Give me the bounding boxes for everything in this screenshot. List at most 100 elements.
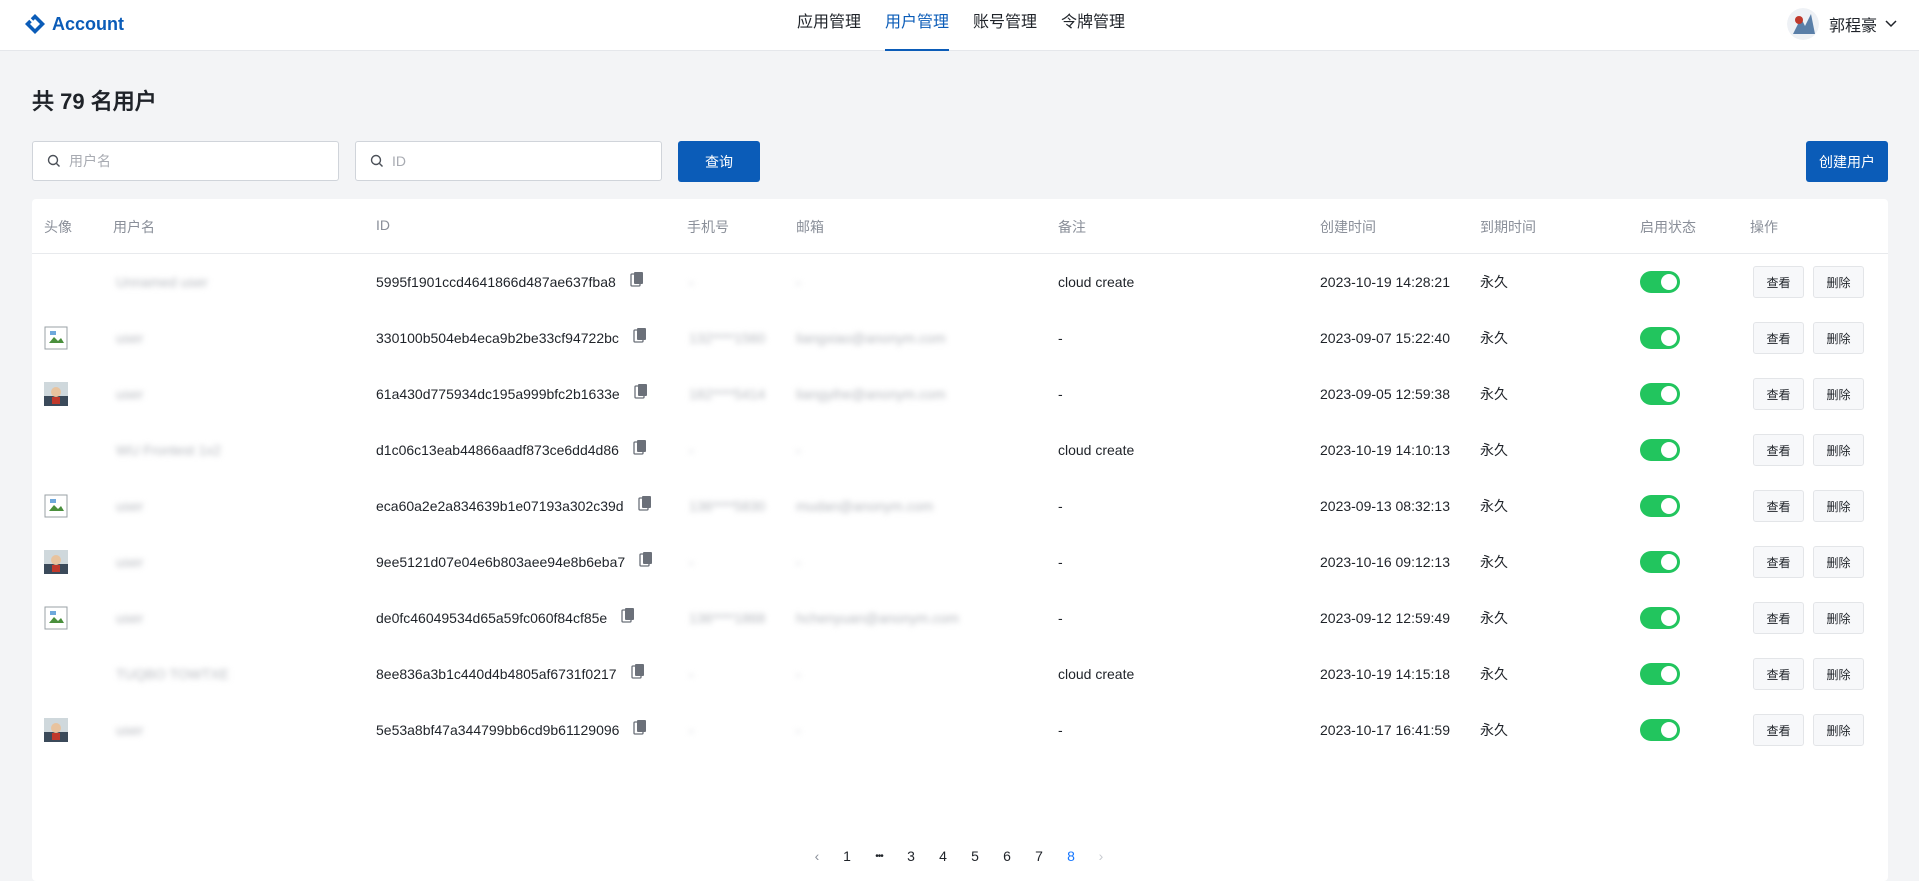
delete-button[interactable]: 删除: [1813, 434, 1864, 466]
expire-time-cell: 永久: [1480, 554, 1508, 570]
page-1[interactable]: 1: [831, 848, 863, 864]
enabled-toggle[interactable]: [1640, 719, 1680, 741]
page-6[interactable]: 6: [991, 848, 1023, 864]
next-page-button[interactable]: ›: [1087, 848, 1115, 864]
enabled-toggle[interactable]: [1640, 327, 1680, 349]
user-id: 5e53a8bf47a344799bb6cd9b61129096: [376, 722, 620, 738]
enabled-toggle[interactable]: [1640, 495, 1680, 517]
brand[interactable]: Account: [24, 12, 124, 36]
nav-token-management[interactable]: 令牌管理: [1061, 0, 1125, 51]
user-id: 61a430d775934dc195a999bfc2b1633e: [376, 386, 620, 402]
delete-button[interactable]: 删除: [1813, 714, 1864, 746]
page-3[interactable]: 3: [895, 848, 927, 864]
view-button[interactable]: 查看: [1753, 266, 1804, 298]
actions-cell: 查看 删除: [1753, 422, 1873, 478]
enabled-toggle[interactable]: [1640, 551, 1680, 573]
expire-time-cell: 永久: [1480, 330, 1508, 346]
users-table: 头像 用户名 ID 手机号 邮箱 备注 创建时间 到期时间 启用状态 操作 Un…: [32, 199, 1888, 881]
enabled-toggle[interactable]: [1640, 439, 1680, 461]
username-search-field[interactable]: [32, 141, 339, 181]
delete-button[interactable]: 删除: [1813, 378, 1864, 410]
email-cell: -: [796, 722, 801, 738]
note-cell: -: [1058, 330, 1063, 346]
delete-button[interactable]: 删除: [1813, 266, 1864, 298]
expire-time-cell: 永久: [1480, 610, 1508, 626]
note-cell: cloud create: [1058, 274, 1135, 290]
query-button[interactable]: 查询: [678, 141, 760, 182]
user-avatar: [1786, 8, 1819, 40]
view-button[interactable]: 查看: [1753, 546, 1804, 578]
created-time-cell: 2023-10-17 16:41:59: [1320, 722, 1450, 738]
column-header-status: 启用状态: [1640, 219, 1696, 235]
actions-cell: 查看 删除: [1753, 646, 1873, 702]
view-button[interactable]: 查看: [1753, 322, 1804, 354]
copy-icon[interactable]: [630, 663, 645, 679]
username-search-input[interactable]: [69, 153, 329, 169]
page-ellipsis[interactable]: •••: [863, 851, 895, 862]
user-id: de0fc46049534d65a59fc060f84cf85e: [376, 610, 608, 626]
copy-icon[interactable]: [633, 439, 647, 455]
create-user-button[interactable]: 创建用户: [1806, 141, 1888, 182]
view-button[interactable]: 查看: [1753, 378, 1804, 410]
created-time-cell: 2023-10-16 09:12:13: [1320, 554, 1450, 570]
delete-button[interactable]: 删除: [1813, 658, 1864, 690]
table-row: TUQBO TOWTXE 8ee836a3b1c440d4b4805af6731f…: [32, 646, 1888, 702]
enabled-toggle[interactable]: [1640, 607, 1680, 629]
actions-cell: 查看 删除: [1753, 534, 1873, 590]
column-header-username: 用户名: [113, 219, 155, 235]
enabled-toggle[interactable]: [1640, 663, 1680, 685]
copy-icon[interactable]: [633, 327, 647, 343]
email-cell: -: [796, 442, 801, 458]
actions-cell: 查看 删除: [1753, 478, 1873, 534]
email-cell: liangyihe@anonym.com: [796, 386, 946, 402]
copy-icon[interactable]: [639, 551, 653, 567]
id-cell: d1c06c13eab44866aadf873ce6dd4d86: [376, 422, 647, 478]
id-cell: 330100b504eb4eca9b2be33cf94722bc: [376, 310, 647, 366]
note-cell: -: [1058, 610, 1063, 626]
delete-button[interactable]: 删除: [1813, 546, 1864, 578]
view-button[interactable]: 查看: [1753, 602, 1804, 634]
user-id: 5995f1901ccd4641866d487ae637fba8: [376, 274, 616, 290]
delete-button[interactable]: 删除: [1813, 322, 1864, 354]
page-8-current[interactable]: 8: [1055, 848, 1087, 864]
enabled-toggle[interactable]: [1640, 271, 1680, 293]
copy-icon[interactable]: [630, 271, 644, 287]
prev-page-button[interactable]: ‹: [803, 848, 831, 864]
avatar-cell: [44, 702, 68, 758]
view-button[interactable]: 查看: [1753, 658, 1804, 690]
id-search-field[interactable]: [355, 141, 662, 181]
page-7[interactable]: 7: [1023, 848, 1055, 864]
enabled-toggle[interactable]: [1640, 383, 1680, 405]
created-time-cell: 2023-09-12 12:59:49: [1320, 610, 1450, 626]
user-avatar-image: [44, 494, 68, 518]
column-header-phone: 手机号: [687, 219, 729, 235]
nav-user-management[interactable]: 用户管理: [885, 0, 950, 51]
view-button[interactable]: 查看: [1753, 434, 1804, 466]
nav-app-management[interactable]: 应用管理: [797, 0, 861, 51]
user-menu[interactable]: 郭程豪: [1786, 8, 1897, 40]
page-4[interactable]: 4: [927, 848, 959, 864]
status-cell: [1640, 702, 1680, 758]
copy-icon[interactable]: [634, 383, 648, 399]
view-button[interactable]: 查看: [1753, 714, 1804, 746]
table-row: user eca60a2e2a834639b1e07193a302c39d 136*…: [32, 478, 1888, 534]
created-time-cell: 2023-10-19 14:10:13: [1320, 442, 1450, 458]
id-cell: eca60a2e2a834639b1e07193a302c39d: [376, 478, 652, 534]
phone-cell: -: [689, 722, 694, 738]
avatar-cell: [44, 366, 68, 422]
id-search-input[interactable]: [392, 153, 652, 169]
nav-account-management[interactable]: 账号管理: [973, 0, 1037, 51]
user-id: 9ee5121d07e04e6b803aee94e8b6eba7: [376, 554, 626, 570]
username-cell: user: [116, 554, 144, 570]
delete-button[interactable]: 删除: [1813, 490, 1864, 522]
phone-cell: -: [689, 442, 694, 458]
expire-time-cell: 永久: [1480, 386, 1508, 402]
view-button[interactable]: 查看: [1753, 490, 1804, 522]
copy-icon[interactable]: [621, 607, 635, 623]
id-cell: de0fc46049534d65a59fc060f84cf85e: [376, 590, 635, 646]
copy-icon[interactable]: [633, 719, 647, 735]
copy-icon[interactable]: [637, 495, 652, 511]
delete-button[interactable]: 删除: [1813, 602, 1864, 634]
email-cell: -: [796, 274, 801, 290]
page-5[interactable]: 5: [959, 848, 991, 864]
